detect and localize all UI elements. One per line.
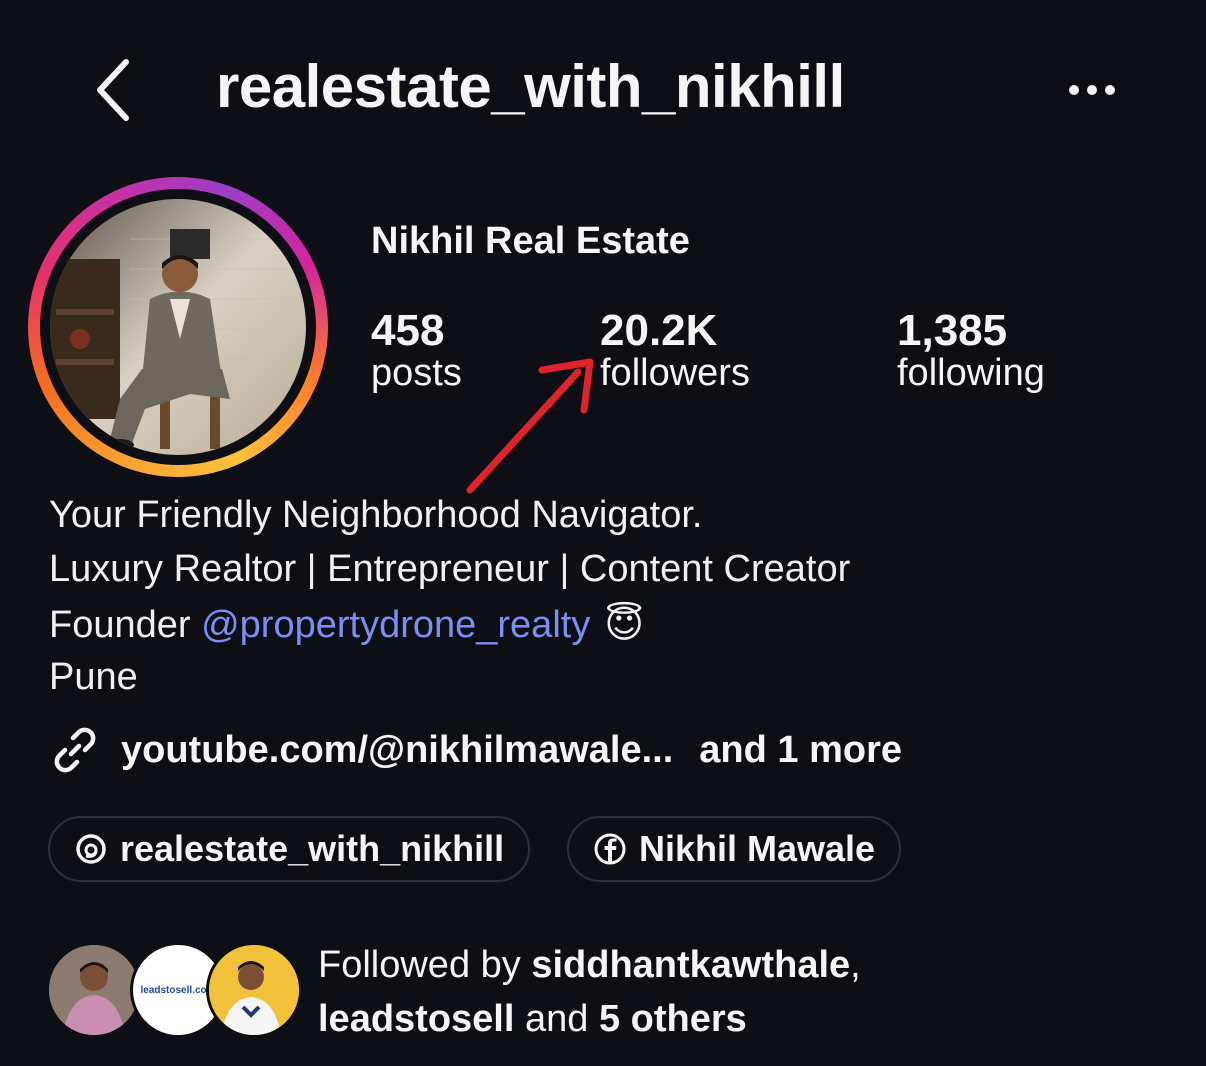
more-options-button[interactable] xyxy=(1062,70,1122,110)
chip-label: Nikhil Mawale xyxy=(639,828,876,869)
link-url[interactable]: youtube.com/@nikhilmawale... xyxy=(121,729,673,772)
bio-line: Your Friendly Neighborhood Navigator. xyxy=(49,494,703,536)
page-title: realestate_with_nikhill xyxy=(216,53,845,120)
stat-value: 458 xyxy=(371,306,445,355)
stat-posts[interactable]: 458 posts xyxy=(371,306,462,395)
threads-chip[interactable]: realestate_with_nikhill xyxy=(48,816,531,882)
leadstosell-logo: leadstosell.com xyxy=(140,984,216,996)
chip-label: realestate_with_nikhill xyxy=(120,828,505,869)
stat-value: 20.2K xyxy=(600,306,718,355)
halo-emoji: 😇 xyxy=(604,604,644,646)
mention-link[interactable]: @propertydrone_realty xyxy=(201,604,590,646)
follower-name[interactable]: leadstosell xyxy=(318,998,514,1040)
stat-value: 1,385 xyxy=(897,306,1008,355)
avatar xyxy=(50,199,306,455)
back-button[interactable] xyxy=(88,56,148,126)
bio-link[interactable]: youtube.com/@nikhilmawale... and 1 more xyxy=(49,722,902,778)
bio-location: Pune xyxy=(49,656,138,698)
separator: , xyxy=(850,944,861,986)
annotation-arrow xyxy=(466,358,594,494)
follower-name[interactable]: siddhantkawthale xyxy=(531,944,850,986)
followed-by-prefix: Followed by xyxy=(318,944,532,986)
follower-avatar[interactable] xyxy=(206,942,302,1038)
and-text: and xyxy=(514,998,599,1040)
stat-label: posts xyxy=(371,352,462,394)
others-count[interactable]: 5 others xyxy=(599,998,747,1040)
facebook-chip[interactable]: Nikhil Mawale xyxy=(567,816,902,882)
followed-by-text[interactable]: Followed by siddhantkawthale, leadstosel… xyxy=(318,938,861,1046)
stat-label: following xyxy=(897,352,1045,394)
bio-line: Luxury Realtor | Entrepreneur | Content … xyxy=(49,548,851,590)
follower-avatar[interactable] xyxy=(46,942,142,1038)
chevron-left-icon xyxy=(97,59,129,121)
threads-icon xyxy=(76,834,106,864)
stat-label: followers xyxy=(600,352,750,394)
link-more[interactable]: and 1 more xyxy=(699,729,902,772)
stat-followers[interactable]: 20.2K followers xyxy=(600,306,750,395)
stat-following[interactable]: 1,385 following xyxy=(897,306,1045,395)
story-ring[interactable] xyxy=(28,177,328,477)
profile-name: Nikhil Real Estate xyxy=(371,220,690,262)
facebook-icon xyxy=(594,833,626,865)
ellipsis-icon xyxy=(1069,85,1115,95)
link-icon xyxy=(54,727,96,773)
bio-line: Founder @propertydrone_realty 😇 xyxy=(49,602,644,647)
bio-text: Founder xyxy=(49,604,202,646)
